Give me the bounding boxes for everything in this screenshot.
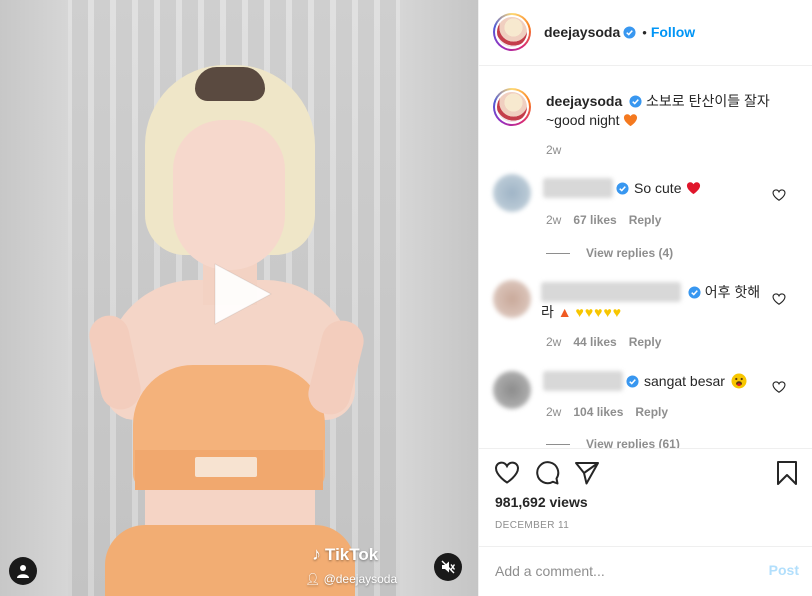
- commenter-username[interactable]: [543, 178, 613, 198]
- user-tag-icon: [17, 565, 29, 578]
- comment-likes[interactable]: 44 likes: [573, 335, 616, 349]
- post-header: deejaysoda • Follow: [479, 0, 812, 66]
- play-icon[interactable]: [211, 262, 273, 326]
- comment-age: 2w: [546, 335, 562, 349]
- comment-text: sangat besar: [644, 373, 725, 389]
- comments-list[interactable]: deejaysoda 소보로 탄산이들 잘자 ~good night 2w So…: [479, 67, 812, 448]
- post-comment-button[interactable]: Post: [769, 562, 799, 578]
- author-avatar[interactable]: [493, 13, 531, 51]
- post-date[interactable]: DECEMBER 11: [495, 520, 569, 531]
- yellow-hearts-emoji-icon: ♥♥♥♥♥: [575, 304, 623, 320]
- comment-text: So cute: [634, 180, 682, 196]
- separator-dot: •: [642, 24, 647, 40]
- comment-input[interactable]: [495, 561, 755, 581]
- person-icon: 👤︎: [305, 572, 321, 586]
- video-subject: [85, 65, 368, 596]
- share-icon[interactable]: [574, 460, 600, 486]
- post-side-panel: deejaysoda • Follow deejaysoda 소보로 탄산이들 …: [478, 0, 812, 596]
- tiktok-watermark: ♪ TikTok: [312, 544, 378, 565]
- caption-text-line2: ~good night: [546, 112, 620, 128]
- caption-author-username[interactable]: deejaysoda: [546, 93, 622, 109]
- caption-author-avatar[interactable]: [493, 88, 531, 126]
- commenter-username[interactable]: [541, 282, 681, 302]
- verified-badge-icon: [626, 374, 639, 388]
- orange-heart-icon: [624, 114, 638, 127]
- reply-button[interactable]: Reply: [629, 335, 662, 349]
- view-replies-button[interactable]: View replies (4): [546, 246, 673, 260]
- reply-button[interactable]: Reply: [635, 405, 668, 419]
- fire-emoji-icon: ▲: [557, 304, 572, 320]
- comment-likes[interactable]: 104 likes: [573, 405, 623, 419]
- verified-badge-icon: [629, 95, 642, 108]
- verified-badge-icon: [623, 25, 636, 39]
- verified-badge-icon: [688, 286, 701, 299]
- mute-icon: [441, 560, 455, 574]
- comment-age: 2w: [546, 213, 562, 227]
- commenter-username[interactable]: [543, 371, 623, 391]
- add-comment-bar: Post: [479, 546, 812, 596]
- view-replies-button[interactable]: View replies (61): [546, 437, 680, 448]
- comment-icon[interactable]: [534, 460, 560, 486]
- mute-button[interactable]: [434, 553, 462, 581]
- caption-age: 2w: [546, 143, 562, 157]
- tiktok-brand: TikTok: [325, 544, 379, 564]
- comment-age: 2w: [546, 405, 562, 419]
- like-comment-icon[interactable]: [772, 292, 786, 306]
- post-actions: 981,692 views DECEMBER 11: [479, 448, 812, 548]
- post-media[interactable]: ♪ TikTok 👤︎ @deejaysoda: [0, 0, 478, 596]
- tiktok-handle: 👤︎ @deejaysoda: [305, 572, 398, 586]
- follow-button[interactable]: Follow: [651, 24, 695, 40]
- bookmark-icon[interactable]: [774, 460, 800, 486]
- heart-icon[interactable]: [494, 460, 520, 486]
- tongue-face-emoji-icon: [731, 373, 747, 389]
- caption-text-line1: 소보로 탄산이들 잘자: [646, 93, 770, 109]
- commenter-avatar[interactable]: [493, 280, 531, 318]
- commenter-avatar[interactable]: [493, 174, 531, 212]
- commenter-avatar[interactable]: [493, 371, 531, 409]
- like-comment-icon[interactable]: [772, 380, 786, 394]
- tiktok-logo-icon: ♪: [312, 544, 321, 564]
- media-right-edge: [400, 0, 478, 596]
- red-heart-emoji-icon: [687, 182, 701, 195]
- like-comment-icon[interactable]: [772, 188, 786, 202]
- user-tag-button[interactable]: [9, 557, 37, 585]
- media-left-edge: [0, 0, 68, 596]
- view-count[interactable]: 981,692 views: [495, 494, 588, 510]
- comment-text-line2: 라: [541, 304, 554, 320]
- verified-badge-icon: [616, 181, 629, 195]
- author-username[interactable]: deejaysoda: [544, 24, 620, 40]
- comment-text-line1: 어후 핫해: [704, 284, 761, 300]
- reply-button[interactable]: Reply: [629, 213, 662, 227]
- comment-likes[interactable]: 67 likes: [573, 213, 616, 227]
